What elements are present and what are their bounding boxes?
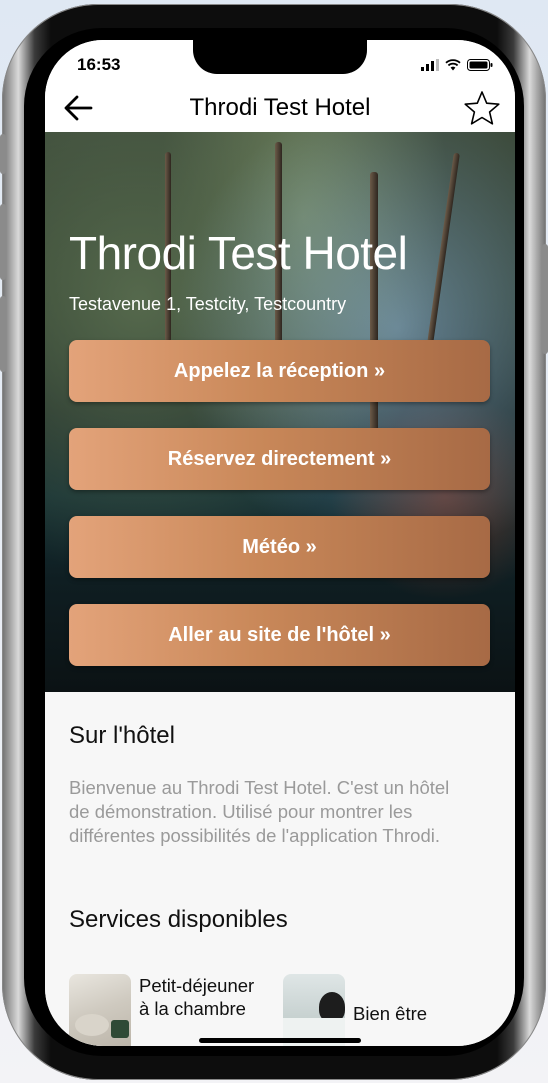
about-title: Sur l'hôtel (69, 722, 175, 749)
service-label-breakfast: Petit-déjeuner à la chambre (139, 975, 255, 1019)
back-arrow-icon[interactable] (63, 94, 93, 122)
services-title: Services disponibles (69, 906, 288, 933)
home-indicator[interactable] (199, 1038, 361, 1043)
hotel-name: Throdi Test Hotel (69, 227, 408, 279)
mute-switch (0, 134, 6, 174)
navigation-bar: Throdi Test Hotel (45, 84, 515, 132)
power-button (542, 244, 548, 354)
status-time: 16:53 (77, 55, 121, 74)
service-item-wellness[interactable]: Bien être (283, 974, 483, 1046)
app-screen: 16:53 Throdi Test Hotel Throdi Test Hote… (45, 40, 515, 1046)
nav-title: Throdi Test Hotel (189, 94, 371, 121)
call-reception-button[interactable]: Appelez la réception » (69, 340, 490, 402)
wellness-thumbnail (283, 974, 345, 1046)
volume-down-button (0, 296, 6, 372)
signal-icon (421, 59, 439, 71)
wifi-icon (445, 59, 461, 71)
hotel-info-section: Sur l'hôtel Bienvenue au Throdi Test Hot… (45, 692, 515, 1046)
service-item-breakfast[interactable]: Petit-déjeuner à la chambre (69, 974, 269, 1046)
hotel-website-button[interactable]: Aller au site de l'hôtel » (69, 604, 490, 666)
favorite-star-icon[interactable] (463, 90, 501, 126)
about-text: Bienvenue au Throdi Test Hotel. C'est un… (69, 777, 450, 846)
book-direct-button[interactable]: Réservez directement » (69, 428, 490, 490)
notch (193, 40, 367, 74)
status-icons (421, 58, 493, 72)
battery-icon (467, 59, 493, 71)
hotel-hero-banner: Throdi Test Hotel Testavenue 1, Testcity… (45, 132, 515, 692)
volume-up-button (0, 204, 6, 280)
breakfast-thumbnail (69, 974, 131, 1046)
tree-trunk (426, 152, 460, 352)
service-label-wellness: Bien être (353, 1003, 428, 1024)
hotel-address: Testavenue 1, Testcity, Testcountry (69, 294, 347, 314)
weather-button[interactable]: Météo » (69, 516, 490, 578)
